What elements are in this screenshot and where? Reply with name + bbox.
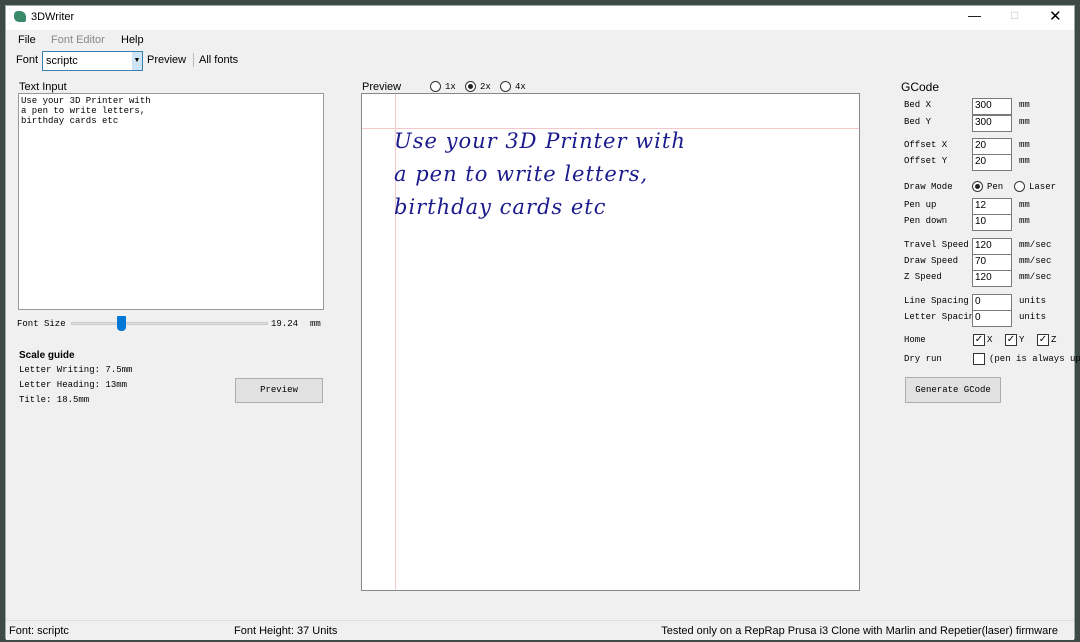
preview-text-line: birthday cards etc (394, 195, 607, 219)
pen-radio[interactable] (972, 181, 983, 192)
status-font-height: Font Height: 37 Units (234, 625, 338, 637)
line-spacing-label: Line Spacing (904, 296, 969, 306)
app-window: 3DWriter — □ ✕ File Font Editor Help Fon… (5, 5, 1080, 640)
bed-x-unit: mm (1019, 100, 1030, 110)
minimize-button[interactable]: — (968, 8, 981, 23)
scale-guide-title: Scale guide (19, 350, 75, 361)
home-z-checkbox[interactable]: ✓ (1037, 334, 1049, 346)
letter-spacing-unit: units (1019, 312, 1047, 322)
zoom-1x-label: 1x (445, 82, 456, 92)
bed-x-label: Bed X (904, 100, 932, 110)
z-speed-input[interactable]: 120 (972, 270, 1012, 287)
pen-down-unit: mm (1019, 216, 1030, 226)
home-y-label: Y (1019, 335, 1025, 345)
dry-run-label: Dry run (904, 354, 942, 364)
menu-font-editor[interactable]: Font Editor (51, 34, 105, 46)
font-label: Font (16, 54, 39, 66)
status-tested: Tested only on a RepRap Prusa i3 Clone w… (661, 625, 1058, 637)
bed-y-unit: mm (1019, 117, 1030, 127)
font-size-value: 19.24 (271, 319, 299, 329)
home-x-label: X (987, 335, 993, 345)
scale-guide-line: Letter Heading: 13mm (19, 380, 128, 390)
text-input[interactable]: Use your 3D Printer with a pen to write … (18, 93, 324, 310)
scale-guide-line: Letter Writing: 7.5mm (19, 365, 133, 375)
chevron-down-icon[interactable]: ▼ (132, 52, 142, 70)
text-input-label: Text Input (19, 81, 67, 93)
font-select[interactable]: scriptc ▼ (42, 51, 143, 71)
toolbar-preview[interactable]: Preview (147, 54, 186, 66)
status-font: Font: scriptc (9, 625, 69, 637)
maximize-button[interactable]: □ (1011, 8, 1018, 22)
font-size-label: Font Size (17, 319, 66, 329)
laser-label: Laser (1029, 182, 1057, 192)
generate-gcode-button[interactable]: Generate GCode (905, 377, 1001, 403)
title-bar: 3DWriter — □ ✕ (6, 6, 1074, 30)
bed-y-input[interactable]: 300 (972, 115, 1012, 132)
home-z-label: Z (1051, 335, 1057, 345)
offset-x-unit: mm (1019, 140, 1030, 150)
preview-label: Preview (362, 81, 402, 93)
toolbar-divider (193, 53, 194, 67)
offset-x-label: Offset X (904, 140, 948, 150)
zoom-4x-radio[interactable] (500, 81, 511, 92)
font-size-unit: mm (310, 319, 321, 329)
offset-y-unit: mm (1019, 156, 1030, 166)
travel-speed-label: Travel Speed (904, 240, 969, 250)
preview-text-line: Use your 3D Printer with (394, 129, 686, 153)
zoom-2x-radio[interactable] (465, 81, 476, 92)
preview-button[interactable]: Preview (235, 378, 323, 403)
home-label: Home (904, 335, 926, 345)
slider-thumb[interactable] (117, 316, 126, 331)
letter-spacing-label: Letter Spacing (904, 312, 980, 322)
pen-down-label: Pen down (904, 216, 948, 226)
zoom-4x-label: 4x (515, 82, 526, 92)
bed-x-input[interactable]: 300 (972, 98, 1012, 115)
z-speed-unit: mm/sec (1019, 272, 1052, 282)
window-title: 3DWriter (31, 11, 75, 23)
line-spacing-input[interactable]: 0 (972, 294, 1012, 311)
home-y-checkbox[interactable]: ✓ (1005, 334, 1017, 346)
offset-x-input[interactable]: 20 (972, 138, 1012, 155)
preview-text-line: a pen to write letters, (394, 162, 649, 186)
dry-run-note: (pen is always up) (989, 354, 1080, 364)
offset-y-label: Offset Y (904, 156, 948, 166)
pen-up-input[interactable]: 12 (972, 198, 1012, 215)
z-speed-label: Z Speed (904, 272, 942, 282)
menu-help[interactable]: Help (121, 34, 144, 46)
font-size-slider[interactable] (71, 322, 268, 325)
menu-file[interactable]: File (18, 34, 36, 46)
pen-down-input[interactable]: 10 (972, 214, 1012, 231)
status-bar: Font: scriptc Font Height: 37 Units Test… (6, 620, 1074, 640)
app-logo-icon (14, 11, 26, 22)
preview-canvas: Use your 3D Printer with a pen to write … (361, 93, 860, 591)
zoom-1x-radio[interactable] (430, 81, 441, 92)
pen-up-label: Pen up (904, 200, 937, 210)
line-spacing-unit: units (1019, 296, 1047, 306)
close-button[interactable]: ✕ (1049, 7, 1062, 25)
pen-label: Pen (987, 182, 1004, 192)
dry-run-checkbox[interactable] (973, 353, 985, 365)
travel-speed-unit: mm/sec (1019, 240, 1052, 250)
draw-speed-input[interactable]: 70 (972, 254, 1012, 271)
draw-speed-label: Draw Speed (904, 256, 959, 266)
gcode-title: GCode (901, 80, 940, 94)
draw-speed-unit: mm/sec (1019, 256, 1052, 266)
draw-mode-label: Draw Mode (904, 182, 953, 192)
bed-y-label: Bed Y (904, 117, 932, 127)
home-x-checkbox[interactable]: ✓ (973, 334, 985, 346)
travel-speed-input[interactable]: 120 (972, 238, 1012, 255)
scale-guide-line: Title: 18.5mm (19, 395, 90, 405)
pen-up-unit: mm (1019, 200, 1030, 210)
offset-y-input[interactable]: 20 (972, 154, 1012, 171)
laser-radio[interactable] (1014, 181, 1025, 192)
toolbar-all-fonts[interactable]: All fonts (199, 54, 238, 66)
letter-spacing-input[interactable]: 0 (972, 310, 1012, 327)
zoom-2x-label: 2x (480, 82, 491, 92)
